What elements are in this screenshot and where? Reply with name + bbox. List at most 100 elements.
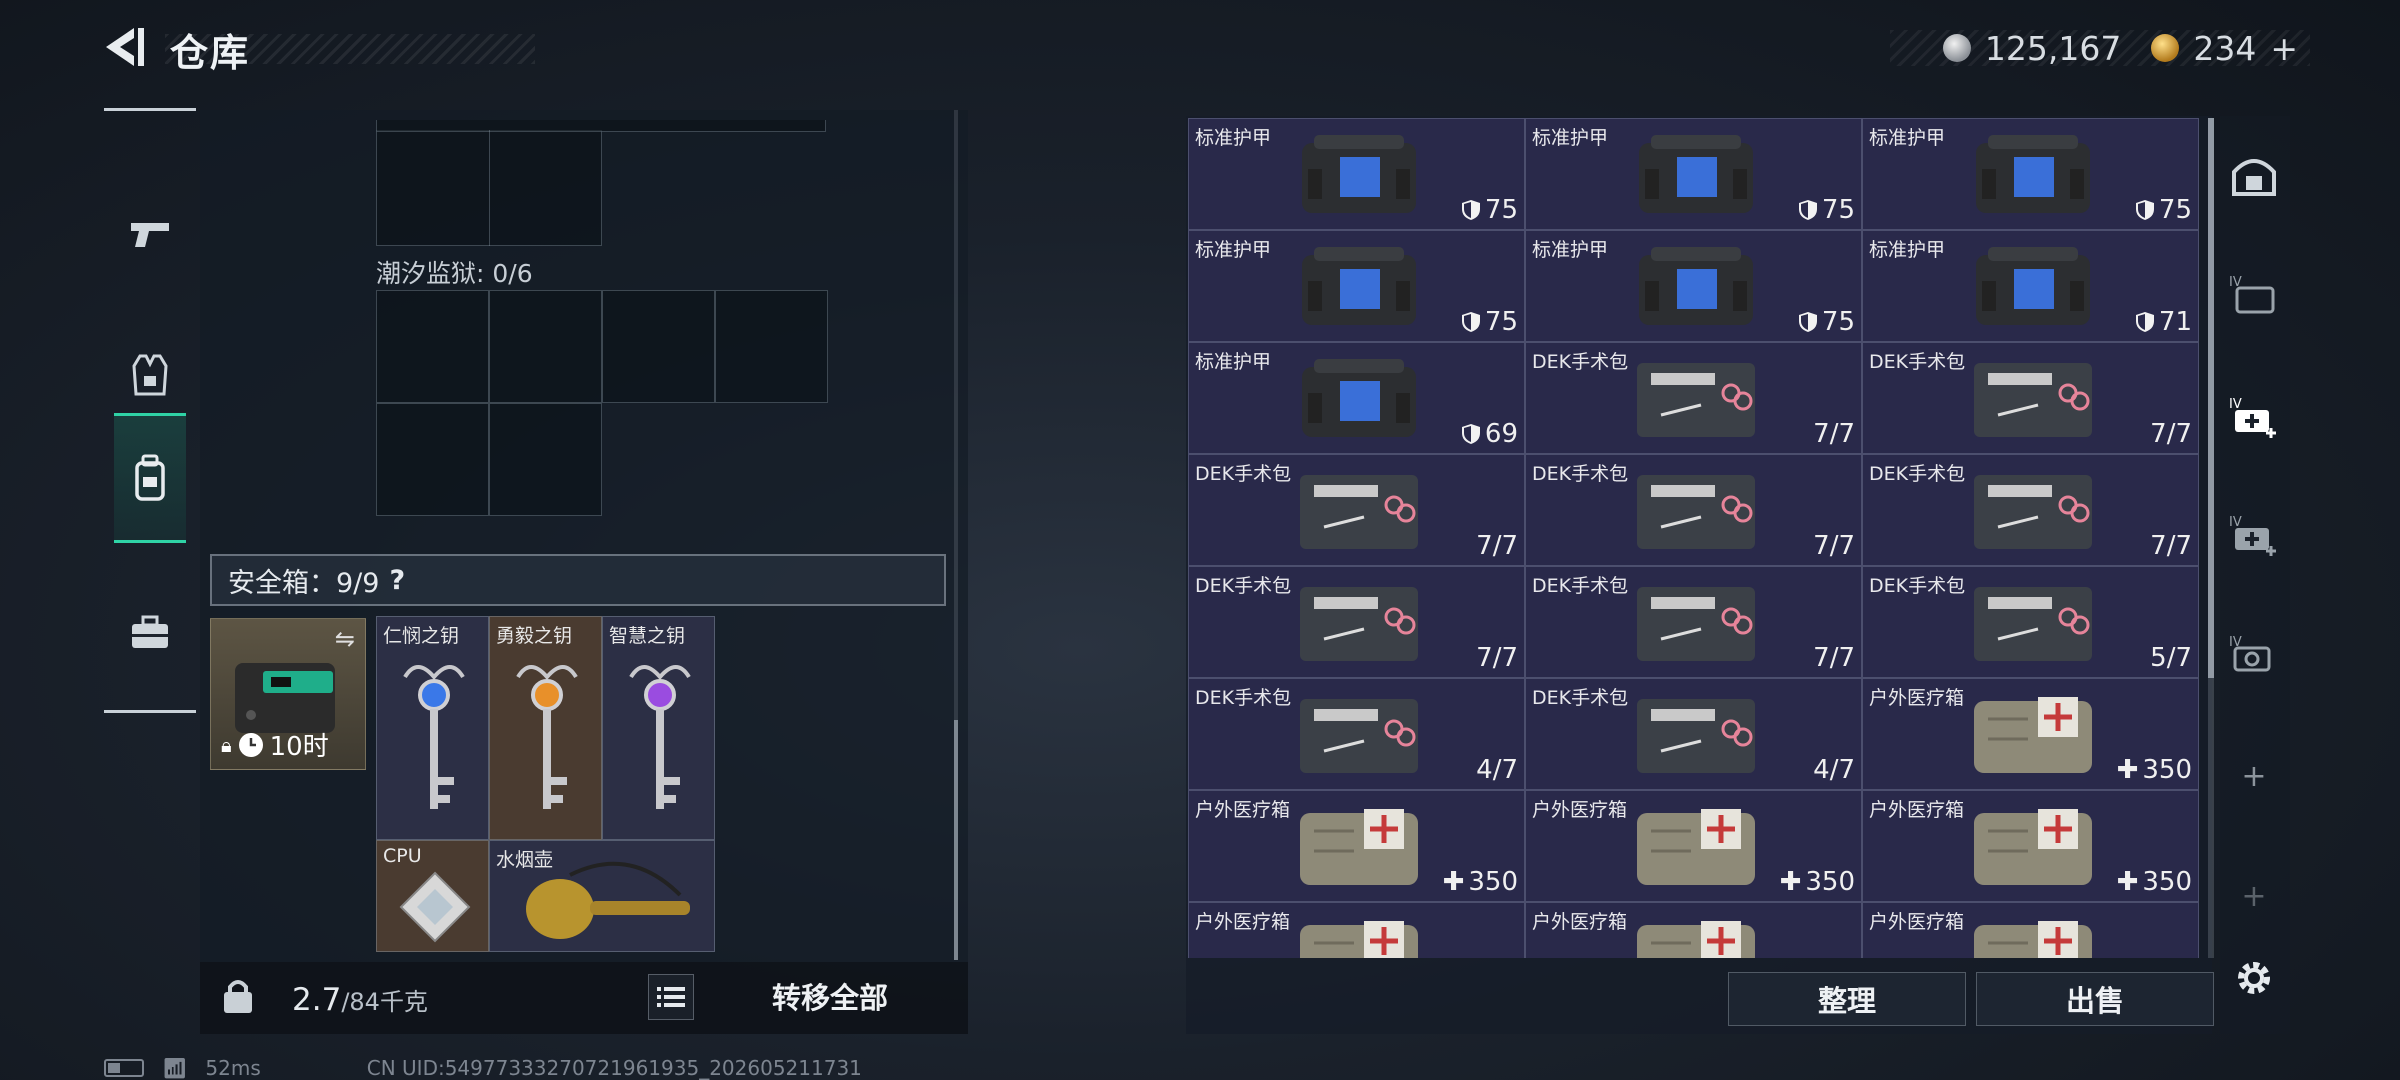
- status-bar: 📶︎ 52ms CN UID:549773332707219619​35_202…: [104, 1056, 862, 1080]
- stash-item-surgery[interactable]: DEK手术包 7/7: [1525, 454, 1862, 566]
- stash-item-medkit[interactable]: 户外医疗箱: [1862, 902, 2199, 958]
- transfer-all-button[interactable]: 转移全部: [710, 966, 950, 1026]
- item-name: 标准护甲: [1195, 239, 1272, 261]
- item-value: 75: [1484, 195, 1518, 225]
- tab-toolbox[interactable]: [114, 568, 186, 698]
- item-value-wrap: 7/7: [1813, 531, 1855, 561]
- tab-weapons[interactable]: [114, 168, 186, 298]
- durability-shield-icon: [1798, 312, 1817, 332]
- item-value-wrap: 75: [1798, 195, 1855, 225]
- list-view-button[interactable]: [648, 974, 694, 1020]
- heal-plus-icon: ✚: [1779, 867, 1802, 897]
- item-value-wrap: 7/7: [2150, 419, 2192, 449]
- item-name: 户外医疗箱: [1869, 799, 1965, 821]
- stash-item-surgery[interactable]: DEK手术包 7/7: [1188, 454, 1525, 566]
- armor-bag-icon: [1302, 135, 1416, 213]
- weight-display: 2.7/84千克: [292, 982, 428, 1018]
- stash-item-medkit[interactable]: 户外医疗箱: [1525, 902, 1862, 958]
- item-name: 标准护甲: [1195, 351, 1272, 373]
- item-value: 75: [1821, 307, 1855, 337]
- add-stash-tab-button[interactable]: +: [2228, 750, 2280, 802]
- stash-item-armor[interactable]: 标准护甲 75: [1525, 118, 1862, 230]
- safe-box-label: 安全箱：9/9: [228, 567, 380, 599]
- item-value-wrap: 75: [1461, 307, 1518, 337]
- stash-tab-4-tools[interactable]: IV: [2228, 628, 2280, 680]
- stash-item-surgery[interactable]: DEK手术包 4/7: [1525, 678, 1862, 790]
- safe-case-item[interactable]: ⇋ 🔒︎ 10时: [210, 618, 366, 770]
- stash-item-armor[interactable]: 标准护甲 71: [1862, 230, 2199, 342]
- stash-item-surgery[interactable]: DEK手术包 7/7: [1862, 342, 2199, 454]
- prison-slot[interactable]: [376, 403, 489, 516]
- stash-item-surgery[interactable]: DEK手术包 7/7: [1525, 342, 1862, 454]
- medical-plus-iv-icon: IV: [2229, 515, 2276, 556]
- item-name: 仁悯之钥: [383, 625, 460, 647]
- settings-button[interactable]: [2228, 952, 2280, 1004]
- add-gold-button[interactable]: +: [2270, 29, 2298, 68]
- stash-main-tab[interactable]: [2228, 150, 2280, 202]
- heal-plus-icon: ✚: [1442, 867, 1465, 897]
- key-item[interactable]: 仁悯之钥: [376, 616, 489, 840]
- durability-shield-icon: [2135, 200, 2154, 220]
- item-name: 标准护甲: [1869, 239, 1946, 261]
- stash-item-medkit[interactable]: 户外医疗箱 ✚ 350: [1862, 790, 2199, 902]
- sell-button[interactable]: 出售: [1976, 972, 2214, 1026]
- prison-slot[interactable]: [376, 290, 489, 403]
- heal-plus-icon: ✚: [2116, 755, 2139, 785]
- vault-icon: [2232, 159, 2276, 196]
- stash-item-surgery[interactable]: DEK手术包 7/7: [1862, 454, 2199, 566]
- item-value-wrap: 7/7: [1813, 643, 1855, 673]
- uid-text: CN UID:549773332707219619​35_20260521173…: [366, 1056, 862, 1080]
- sort-button[interactable]: 整理: [1728, 972, 1966, 1026]
- item-value: 7/7: [1476, 643, 1518, 673]
- surgery-kit-icon: [1637, 475, 1755, 549]
- stash-tab-4-medical-alt[interactable]: IV: [2228, 508, 2280, 560]
- stash-item-surgery[interactable]: DEK手术包 5/7: [1862, 566, 2199, 678]
- stash-item-armor[interactable]: 标准护甲 69: [1188, 342, 1525, 454]
- swap-icon[interactable]: ⇋: [335, 625, 355, 653]
- medkit-icon: [1637, 809, 1755, 885]
- hookah-icon: [526, 861, 690, 939]
- stash-item-armor[interactable]: 标准护甲 75: [1188, 118, 1525, 230]
- left-scrollbar-thumb[interactable]: [954, 720, 958, 960]
- stash-item-medkit[interactable]: 户外医疗箱 ✚ 350: [1188, 790, 1525, 902]
- stash-item-medkit[interactable]: 户外医疗箱 ✚ 350: [1862, 678, 2199, 790]
- stash-item-armor[interactable]: 标准护甲 75: [1525, 230, 1862, 342]
- stash-tab-4-case[interactable]: IV: [2228, 268, 2280, 320]
- medkit-icon: [1974, 697, 2092, 773]
- key-item[interactable]: 智慧之钥: [602, 616, 715, 840]
- tab-backpack[interactable]: [114, 413, 186, 543]
- help-button[interactable]: ?: [389, 565, 405, 596]
- stash-item-surgery[interactable]: DEK手术包 7/7: [1188, 566, 1525, 678]
- stash-scrollbar-thumb[interactable]: [2208, 118, 2214, 678]
- stash-item-surgery[interactable]: DEK手术包 4/7: [1188, 678, 1525, 790]
- medkit-icon: [1974, 921, 2092, 958]
- key-item[interactable]: 勇毅之钥: [489, 616, 602, 840]
- stash-item-surgery[interactable]: DEK手术包 7/7: [1525, 566, 1862, 678]
- stash-item-armor[interactable]: 标准护甲 75: [1188, 230, 1525, 342]
- item-name: 户外医疗箱: [1195, 911, 1291, 933]
- back-button[interactable]: [100, 22, 150, 72]
- add-stash-tab-button-disabled[interactable]: +: [2228, 870, 2280, 922]
- prison-slot[interactable]: [489, 290, 602, 403]
- item-value: 7/7: [1813, 643, 1855, 673]
- stash-item-medkit[interactable]: 户外医疗箱 ✚ 350: [1525, 790, 1862, 902]
- prison-slot[interactable]: [602, 290, 715, 403]
- stash-tab-4-medical[interactable]: IV: [2228, 390, 2280, 442]
- weight-current: 2.7: [292, 982, 342, 1018]
- cpu-item[interactable]: CPU: [376, 840, 489, 952]
- medkit-icon: [1300, 921, 1418, 958]
- item-value-wrap: 71: [2135, 307, 2192, 337]
- gear-icon: [2238, 962, 2270, 994]
- hookah-item[interactable]: 水烟壶: [489, 840, 715, 952]
- prison-slot[interactable]: [489, 403, 602, 516]
- stash-item-armor[interactable]: 标准护甲 75: [1862, 118, 2199, 230]
- wifi-icon: 📶︎: [162, 1056, 188, 1080]
- item-name: 户外医疗箱: [1195, 799, 1291, 821]
- stash-grid: 标准护甲 75 标准护甲 75 标准护甲 75 标准护甲 75 标准护甲 75 标准护甲 71 标准护甲…: [1188, 118, 2200, 958]
- item-value-wrap: 7/7: [2150, 531, 2192, 561]
- durability-shield-icon: [1461, 312, 1480, 332]
- surgery-kit-icon: [1637, 587, 1755, 661]
- prison-slot[interactable]: [715, 290, 828, 403]
- item-name: 标准护甲: [1869, 127, 1946, 149]
- stash-item-medkit[interactable]: 户外医疗箱: [1188, 902, 1525, 958]
